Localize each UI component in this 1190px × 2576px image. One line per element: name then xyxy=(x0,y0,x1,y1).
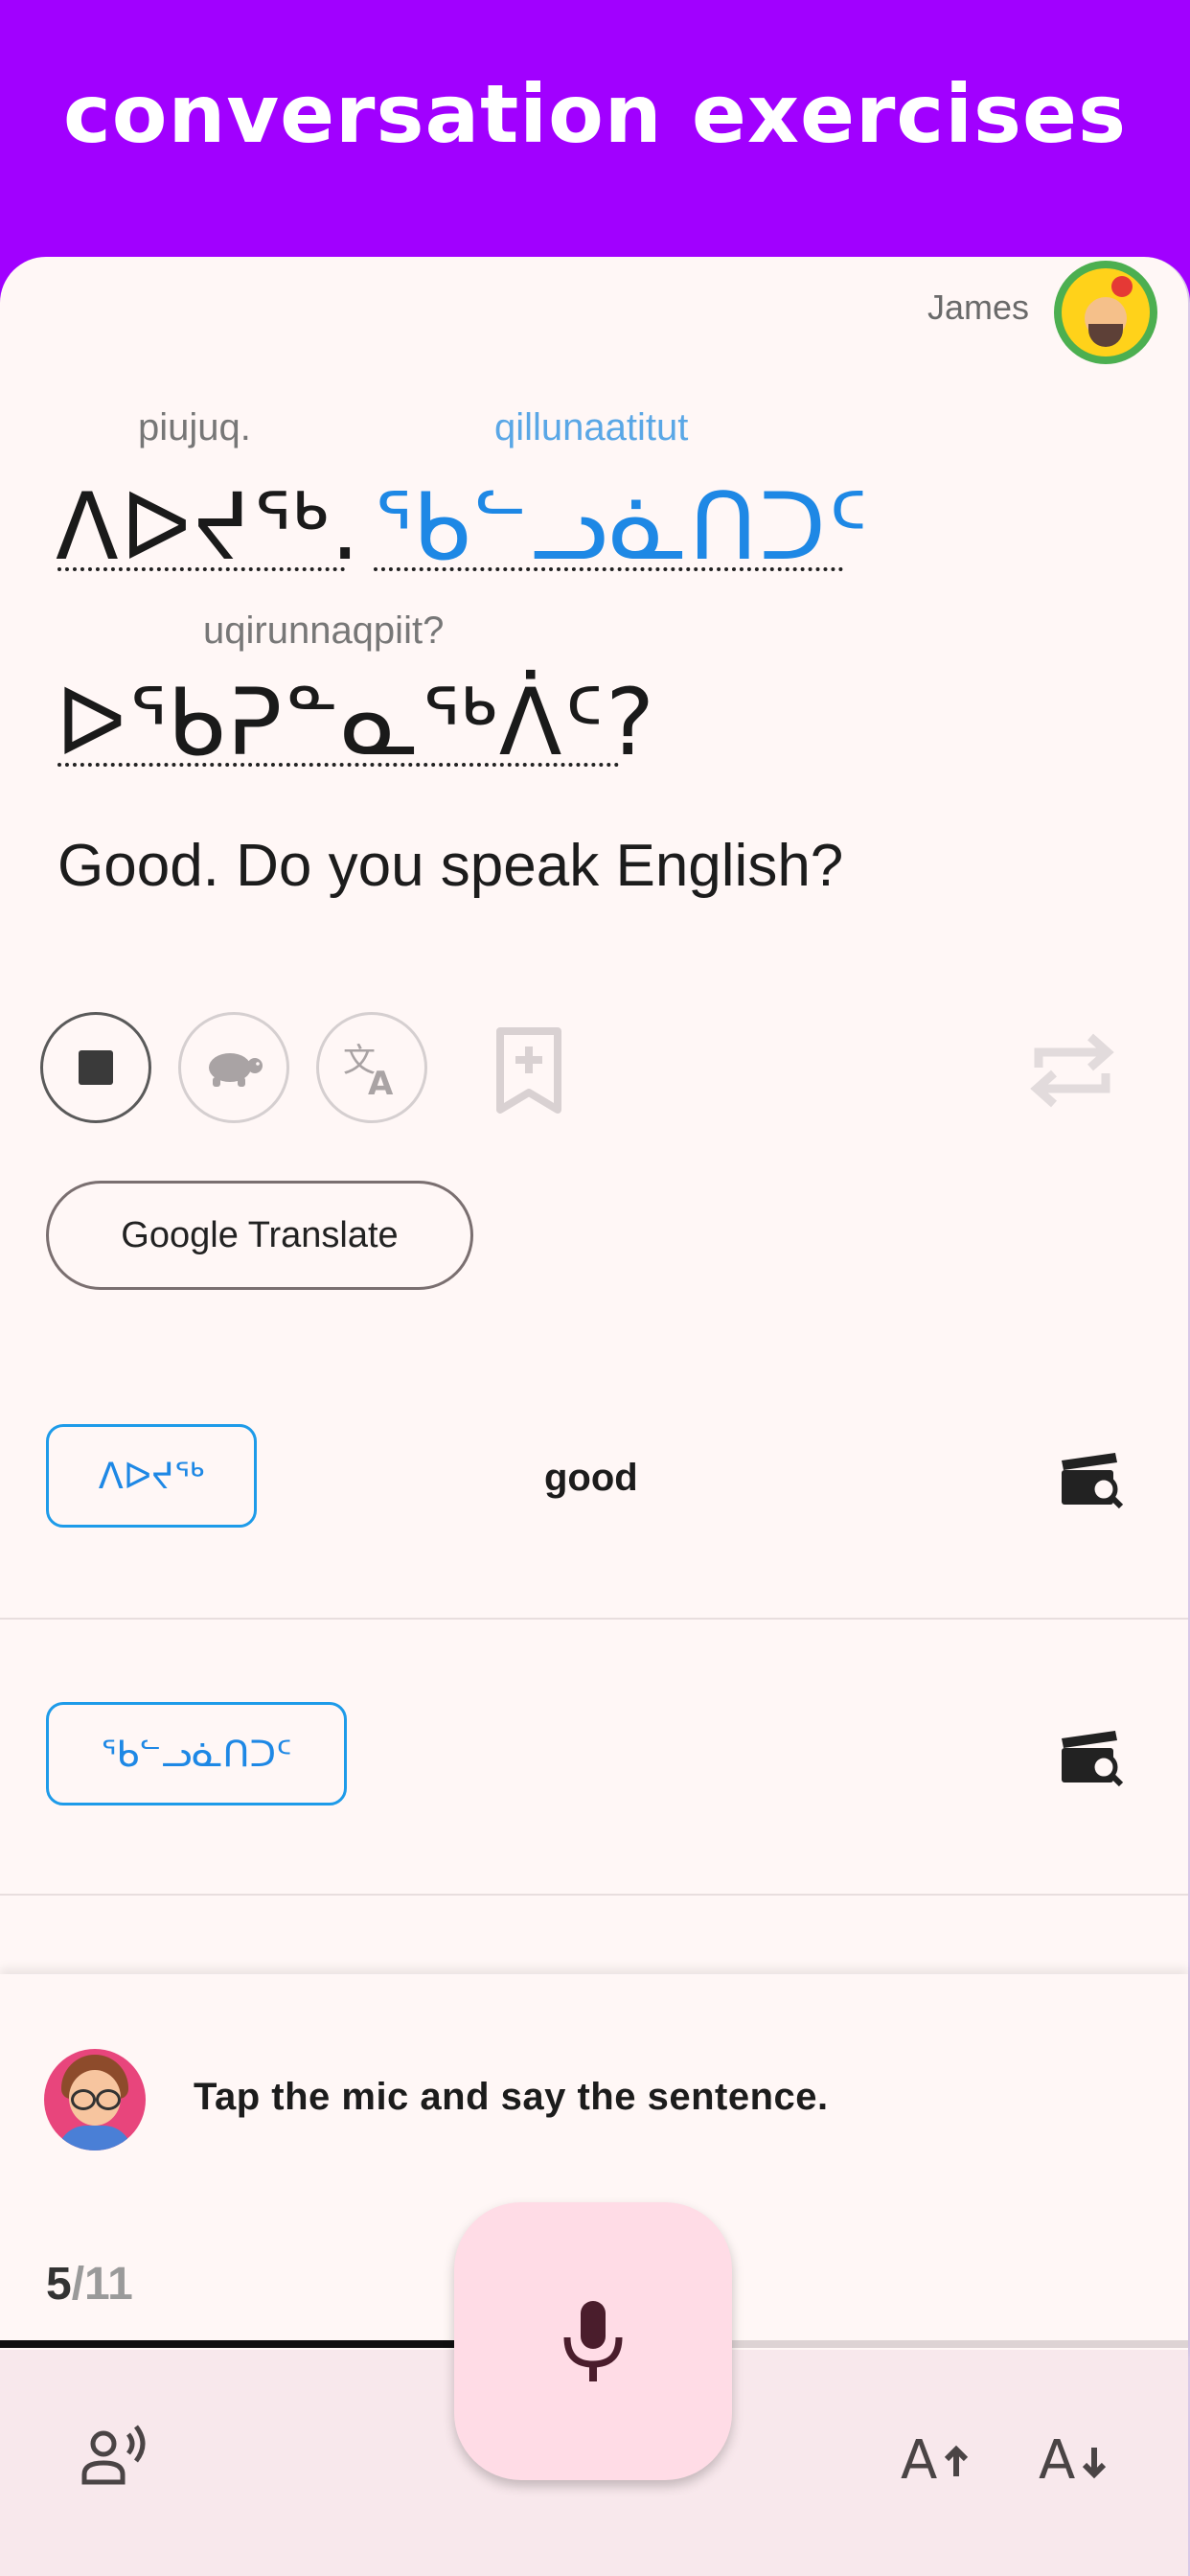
word-romanization: uqirunnaqpiit? xyxy=(203,610,445,652)
translate-button[interactable]: 文 A xyxy=(316,1012,427,1123)
video-search-icon xyxy=(1062,1731,1124,1787)
repeat-icon xyxy=(1030,1033,1114,1108)
voice-settings-button[interactable] xyxy=(79,2423,151,2492)
user-name: James xyxy=(927,288,1029,327)
sentence-word[interactable]: ᐅᖃᕈᓐᓇᖅᐲᑦ? xyxy=(56,669,656,776)
video-search-button[interactable] xyxy=(1058,1451,1125,1512)
word-chip[interactable]: ᖃᓪᓗᓈᑎᑐᑦ xyxy=(46,1702,347,1806)
app-header: conversation exercises xyxy=(0,0,1190,278)
word-list-item: ᖃᓪᓗᓈᑎᑐᑦ xyxy=(0,1618,1188,1896)
user-avatar[interactable] xyxy=(1054,261,1157,364)
bookmark-add-icon xyxy=(496,1027,561,1114)
mic-icon xyxy=(563,2301,623,2381)
word-list-item: ᐱᐅᔪᖅ good xyxy=(0,1342,1188,1620)
mic-button[interactable] xyxy=(454,2202,732,2480)
progress-counter: 5/11 xyxy=(46,2258,133,2311)
progress-current: 5 xyxy=(46,2259,72,2310)
word-underline xyxy=(374,567,843,571)
bookmark-button[interactable] xyxy=(494,1025,563,1117)
feedback-message: Tap the mic and say the sentence. xyxy=(194,2076,829,2118)
word-romanization: qillunaatitut xyxy=(494,406,689,448)
turtle-icon xyxy=(209,1053,263,1087)
word-underline xyxy=(57,567,345,571)
translate-icon: 文 A xyxy=(343,1042,394,1100)
progress-total: /11 xyxy=(71,2259,133,2310)
font-increase-icon: A xyxy=(901,2429,969,2492)
repeat-button[interactable] xyxy=(1025,1024,1119,1121)
sentence-word[interactable]: ᖃᓪᓗᓈᑎᑐᑦ xyxy=(374,473,870,581)
sentence-translation: Good. Do you speak English? xyxy=(57,833,844,899)
video-search-icon xyxy=(1062,1453,1124,1509)
sentence-word[interactable]: ᐱᐅᔪᖅ. xyxy=(56,473,361,581)
font-decrease-button[interactable]: A xyxy=(1039,2429,1108,2492)
word-english: good xyxy=(544,1457,638,1499)
slow-playback-button[interactable] xyxy=(178,1012,289,1123)
svg-text:A: A xyxy=(368,1065,394,1100)
font-decrease-icon: A xyxy=(1039,2429,1107,2492)
stop-button[interactable] xyxy=(40,1012,151,1123)
word-chip[interactable]: ᐱᐅᔪᖅ xyxy=(46,1424,257,1528)
google-translate-button[interactable]: Google Translate xyxy=(46,1181,473,1290)
teacher-avatar xyxy=(44,2049,146,2150)
word-underline xyxy=(57,763,619,767)
video-search-button[interactable] xyxy=(1058,1729,1125,1790)
page-title: conversation exercises xyxy=(63,67,1127,161)
speaker-voice-icon xyxy=(81,2425,146,2485)
svg-text:A: A xyxy=(1039,2430,1075,2484)
font-increase-button[interactable]: A xyxy=(901,2429,970,2492)
stop-icon xyxy=(79,1050,113,1085)
svg-text:A: A xyxy=(901,2430,937,2484)
word-romanization: piujuq. xyxy=(138,406,251,448)
